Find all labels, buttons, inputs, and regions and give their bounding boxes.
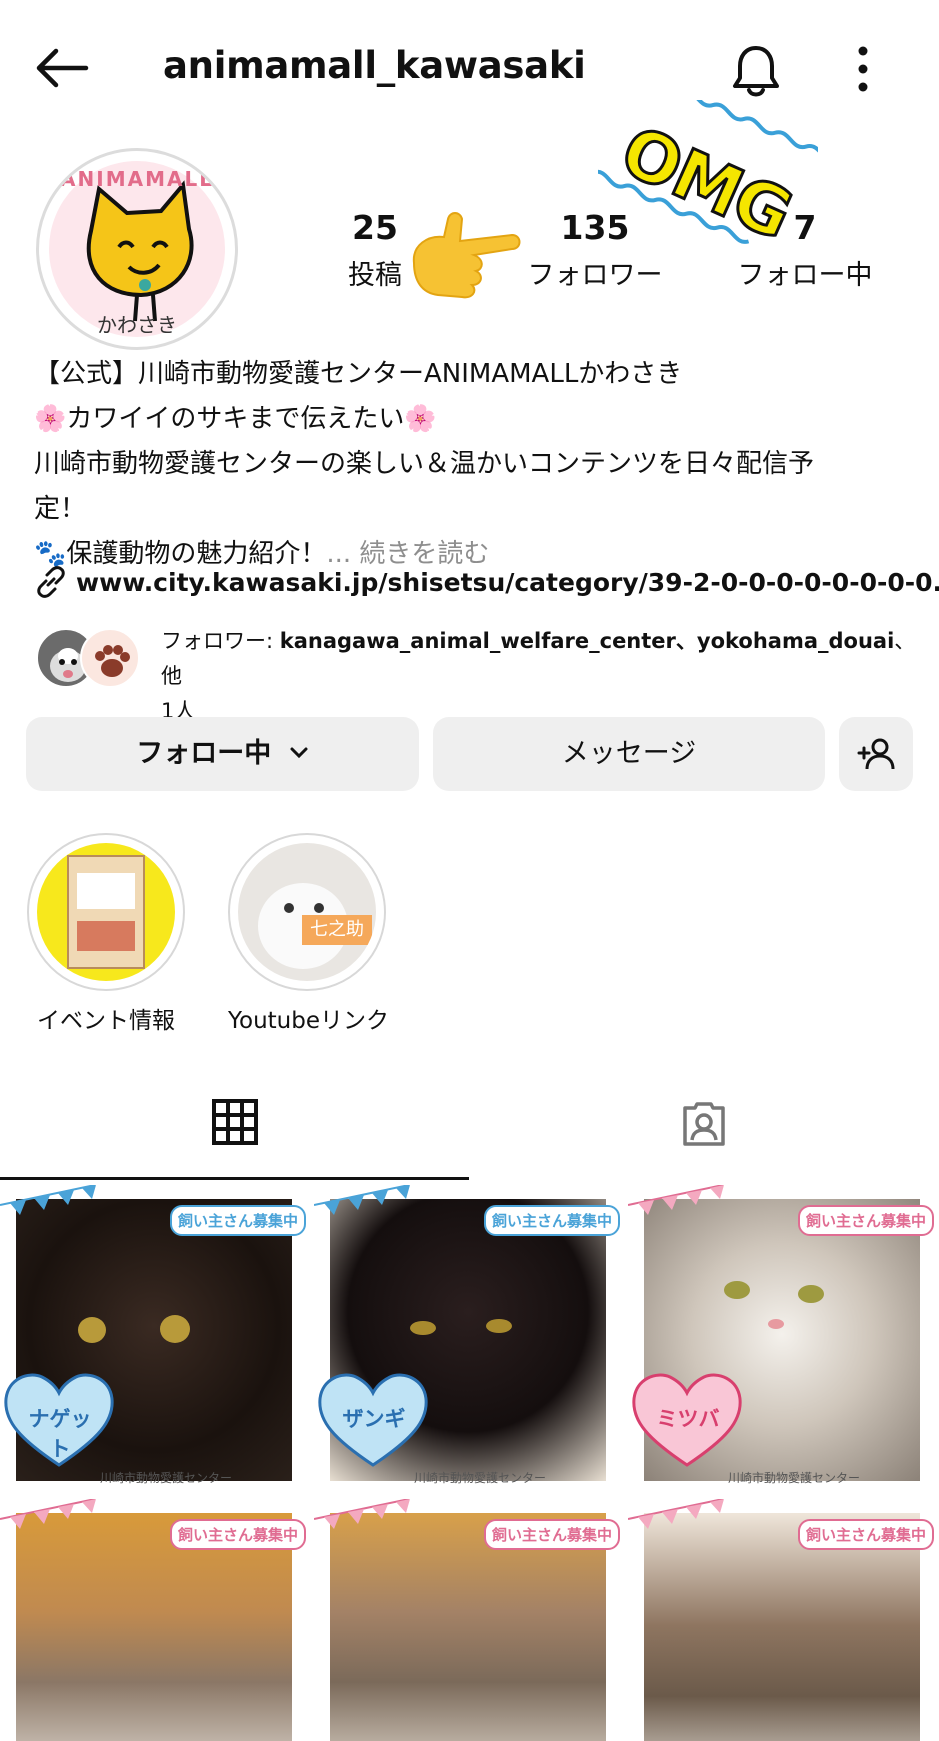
highlight-youtube-image: 七之助 — [238, 843, 376, 981]
highlight-ring: 七之助 — [228, 833, 386, 991]
left-eye — [410, 1321, 436, 1335]
right-eye — [798, 1285, 824, 1303]
following-button-label: フォロー中 — [136, 738, 272, 769]
post-cat-name: ザンギ — [342, 1407, 406, 1431]
right-eye — [486, 1319, 512, 1333]
bunting-flags-icon — [628, 1499, 724, 1529]
avatar-text-top: ANIMAMALL — [60, 167, 214, 191]
post-tag: 飼い主さん募集中 — [483, 1205, 620, 1236]
pointing-finger-icon — [412, 212, 521, 299]
follower-avatar-paw — [80, 628, 140, 688]
post-footer: 川崎市動物愛護センター — [414, 1471, 547, 1485]
post-tile[interactable]: 飼い主さん募集中 ナゲット 川崎市動物愛護センター — [0, 1185, 310, 1495]
youtube-overlay-label: 七之助 — [302, 915, 372, 945]
highlight-events-image — [37, 843, 175, 981]
highlight-youtube[interactable]: 七之助 Youtubeリンク — [228, 833, 389, 1035]
bunting-flags-icon — [628, 1185, 724, 1215]
bio-line-4: 定！ — [34, 494, 87, 524]
left-eye — [724, 1281, 750, 1299]
followed-by[interactable]: フォロワー: kanagawa_animal_welfare_center、yo… — [36, 622, 916, 723]
followed-by-text: フォロワー: kanagawa_animal_welfare_center、yo… — [161, 624, 921, 729]
post-footer: 川崎市動物愛護センター — [100, 1471, 233, 1485]
post-tile[interactable]: 飼い主さん募集中 — [628, 1499, 938, 1741]
highlight-ring — [27, 833, 185, 991]
bio-link-text: www.city.kawasaki.jp/shisetsu/category/3… — [76, 568, 939, 597]
post-cat-name: ミツバ — [656, 1407, 720, 1431]
bunting-flags-icon — [314, 1185, 410, 1215]
add-person-icon — [857, 738, 895, 770]
profile-bio: 【公式】川崎市動物愛護センターANIMAMALLかわさき 🌸カワイイのサキまで伝… — [34, 352, 914, 577]
highlight-youtube-label: Youtubeリンク — [228, 1008, 389, 1034]
post-tag: 飼い主さん募集中 — [169, 1519, 306, 1550]
post-tag: 飼い主さん募集中 — [797, 1205, 934, 1236]
tab-tagged[interactable] — [469, 1090, 939, 1180]
left-eye — [78, 1317, 106, 1343]
post-tag: 飼い主さん募集中 — [797, 1519, 934, 1550]
bio-link[interactable]: www.city.kawasaki.jp/shisetsu/category/3… — [34, 565, 939, 599]
tagged-icon — [683, 1102, 725, 1146]
highlight-events[interactable]: イベント情報 — [27, 833, 185, 1035]
post-tile[interactable]: 飼い主さん募集中 — [0, 1499, 310, 1741]
highlight-events-label: イベント情報 — [37, 1008, 175, 1034]
right-eye — [160, 1315, 190, 1343]
following-button[interactable]: フォロー中 — [26, 717, 419, 791]
bio-line-1: 【公式】川崎市動物愛護センターANIMAMALLかわさき — [34, 359, 683, 389]
bio-line-3: 川崎市動物愛護センターの楽しい＆温かいコンテンツを日々配信予 — [34, 449, 815, 479]
bunting-flags-icon — [0, 1499, 96, 1529]
message-button-label: メッセージ — [561, 738, 697, 769]
post-tag: 飼い主さん募集中 — [169, 1205, 306, 1236]
bunting-flags-icon — [314, 1499, 410, 1529]
post-footer: 川崎市動物愛護センター — [728, 1471, 861, 1485]
more-vertical-icon[interactable] — [852, 44, 874, 94]
followed-by-prefix: フォロワー: — [161, 629, 280, 653]
post-tile[interactable]: 飼い主さん募集中 — [314, 1499, 624, 1741]
chevron-down-icon — [290, 747, 308, 759]
link-icon — [37, 566, 65, 598]
message-button[interactable]: メッセージ — [433, 717, 825, 791]
omg-sticker: OMG — [598, 100, 818, 270]
avatar-text-bottom: かわさき — [97, 313, 177, 337]
back-arrow-icon[interactable] — [34, 46, 90, 90]
stat-posts[interactable]: 25 投稿 — [340, 208, 410, 292]
tab-posts-grid[interactable] — [0, 1090, 469, 1180]
posts-count: 25 — [352, 208, 398, 247]
post-tag: 飼い主さん募集中 — [483, 1519, 620, 1550]
post-tile[interactable]: 飼い主さん募集中 ザンギ 川崎市動物愛護センター — [314, 1185, 624, 1495]
suggest-people-button[interactable] — [839, 717, 913, 791]
post-tile[interactable]: 飼い主さん募集中 ミツバ 川崎市動物愛護センター — [628, 1185, 938, 1495]
bunting-flags-icon — [0, 1185, 96, 1215]
posts-label: 投稿 — [348, 260, 402, 291]
profile-avatar[interactable]: ANIMAMALL かわさき — [36, 148, 238, 350]
nose — [768, 1319, 784, 1329]
followed-by-names: kanagawa_animal_welfare_center、yokohama_… — [279, 629, 895, 653]
bell-icon[interactable] — [730, 42, 782, 98]
post-cat-name: ナゲット — [28, 1407, 92, 1461]
bio-line-2: 🌸カワイイのサキまで伝えたい🌸 — [34, 404, 437, 434]
grid-icon — [211, 1099, 258, 1145]
profile-username: animamall_kawasaki — [163, 44, 586, 87]
